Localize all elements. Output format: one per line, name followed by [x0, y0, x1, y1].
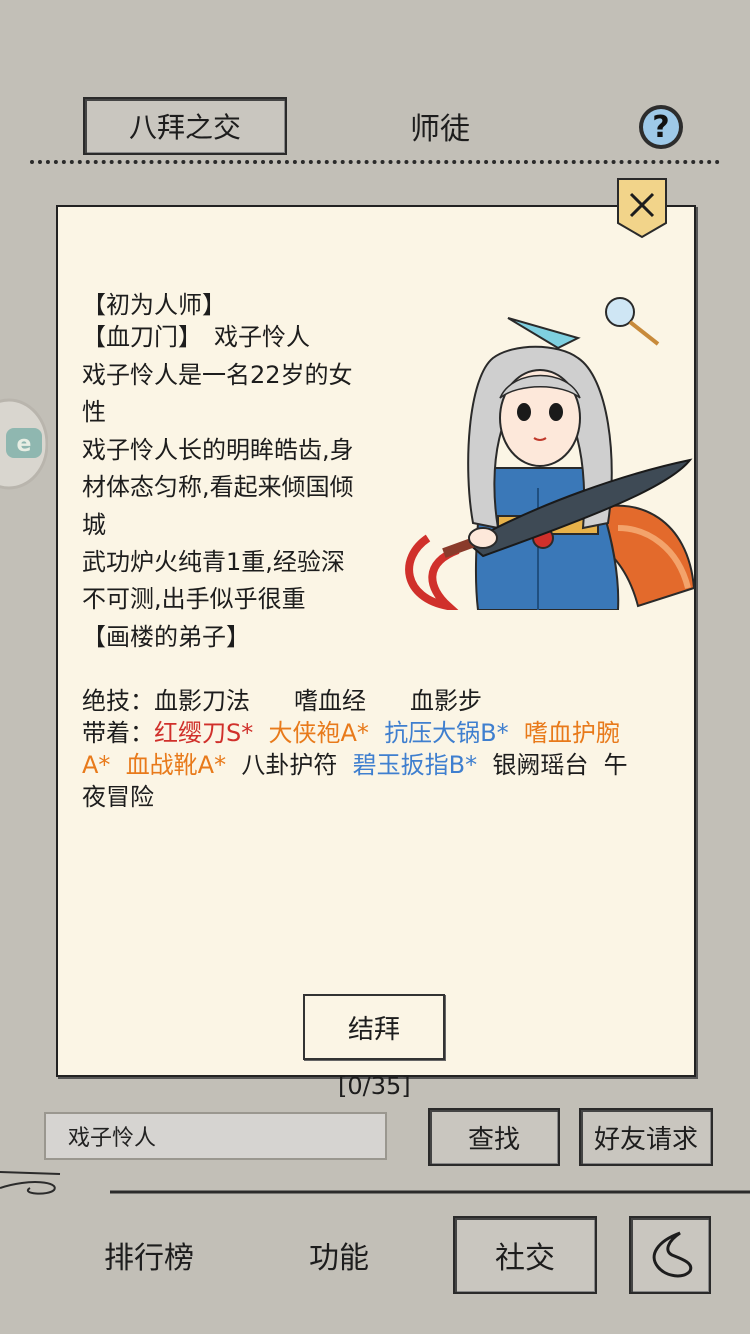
skills-label: 绝技： [82, 687, 154, 715]
description-line: 性 [82, 398, 106, 426]
find-button[interactable]: 查找 [428, 1108, 560, 1166]
equipment-item: 银阙瑶台 [492, 751, 589, 779]
tab-mentor-label: 师徒 [410, 112, 470, 147]
equipment-item: 八卦护符 [241, 751, 338, 779]
description-line: 武功炉火纯青1重,经验深 [82, 548, 345, 576]
help-icon[interactable]: ? [636, 102, 686, 152]
description-line: 不可测,出手似乎很重 [82, 585, 306, 613]
description-line: 戏子怜人是一名22岁的女 [82, 361, 353, 389]
back-button[interactable] [629, 1216, 711, 1294]
equipment-row: 夜冒险 [82, 779, 154, 816]
description-line: 城 [82, 511, 106, 539]
svg-text:e: e [17, 432, 32, 457]
skill-item: 嗜血经 [294, 687, 366, 715]
equipment-item: A* [82, 751, 111, 779]
description-line: 材体态匀称,看起来倾国倾 [82, 473, 354, 501]
sworn-bind-label: 结拜 [347, 1014, 400, 1045]
equipment-item: 血战靴A* [125, 751, 227, 779]
nav-functions[interactable]: 功能 [284, 1226, 394, 1284]
master-line: 【画楼的弟子】 [82, 623, 250, 651]
close-button[interactable] [616, 177, 668, 239]
sworn-bind-button[interactable]: 结拜 [303, 994, 445, 1060]
friend-count: [0/35] [338, 1072, 411, 1100]
equipment-item: 抗压大锅B* [384, 719, 509, 747]
equipment-item: 夜冒险 [82, 783, 154, 811]
search-input-value: 戏子怜人 [68, 1126, 157, 1151]
equipment-label: 带着： [82, 719, 154, 747]
search-input[interactable]: 戏子怜人 [44, 1112, 387, 1160]
nav-social[interactable]: 社交 [453, 1216, 597, 1294]
tab-sworn-brothers[interactable]: 八拜之交 [83, 97, 287, 155]
equipment-item: 午 [603, 751, 628, 779]
tab-sworn-label: 八拜之交 [128, 111, 241, 144]
nav-social-label: 社交 [495, 1241, 555, 1276]
back-icon [652, 1231, 693, 1278]
skill-item: 血影刀法 [154, 687, 250, 715]
side-float-icon[interactable]: e [0, 398, 49, 490]
nav-ranking-label: 排行榜 [104, 1241, 194, 1276]
nav-functions-label: 功能 [309, 1241, 369, 1276]
equipment-item: 嗜血护腕 [523, 719, 620, 747]
svg-text:?: ? [652, 110, 669, 145]
sect-name-line: 【血刀门】 戏子怜人 [82, 323, 310, 351]
description-line: 戏子怜人长的明眸皓齿,身 [82, 436, 354, 464]
equipment-item: 碧玉扳指B* [352, 751, 478, 779]
skill-item: 血影步 [410, 687, 482, 715]
friend-request-button[interactable]: 好友请求 [579, 1108, 713, 1166]
find-button-label: 查找 [467, 1124, 520, 1155]
header-divider [30, 160, 720, 164]
equipment-item: 大侠袍A* [268, 719, 369, 747]
equipment-row: A* 血战靴A* 八卦护符 碧玉扳指B* 银阙瑶台 午 [82, 747, 628, 784]
equipment-item: 红缨刀S* [154, 719, 254, 747]
friend-request-label: 好友请求 [593, 1124, 698, 1155]
character-portrait [388, 288, 698, 613]
bottom-divider [0, 1168, 750, 1198]
nav-ranking[interactable]: 排行榜 [88, 1226, 210, 1284]
tab-mentor[interactable]: 师徒 [370, 100, 510, 152]
